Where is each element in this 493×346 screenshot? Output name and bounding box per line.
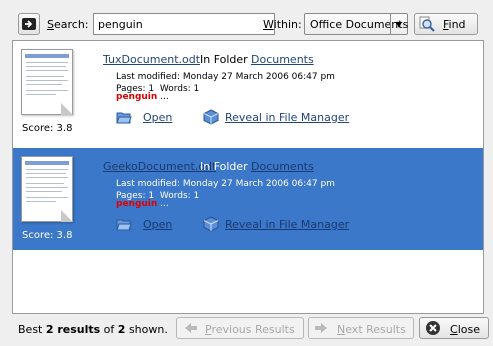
- close-label: Close: [450, 323, 480, 336]
- open-folder-icon: [116, 219, 132, 231]
- reveal-link[interactable]: Reveal in File Manager: [225, 111, 349, 124]
- snippet-rest: ...: [157, 199, 169, 209]
- within-label-mnemonic: W: [263, 18, 274, 31]
- reveal-link[interactable]: Reveal in File Manager: [225, 218, 349, 231]
- result-folder-link[interactable]: Documents: [251, 160, 314, 173]
- result-score: Score: 3.8: [22, 230, 73, 241]
- result-filename-link[interactable]: TuxDocument.odt: [103, 53, 200, 66]
- previous-results-rest: revious Results: [211, 323, 295, 336]
- previous-results-label: Previous Results: [205, 323, 295, 336]
- next-results-button[interactable]: Next Results: [308, 317, 414, 339]
- status-prefix: Best: [18, 323, 46, 336]
- last-modified-text: Last modified: Monday 27 March 2006 06:4…: [116, 179, 335, 189]
- find-label-rest: ind: [448, 18, 466, 31]
- status-suffix: shown.: [125, 323, 168, 336]
- document-thumbnail: [21, 156, 73, 222]
- file-manager-icon: [203, 109, 219, 125]
- search-label: Search:: [47, 18, 89, 31]
- magnifier-icon: [419, 16, 435, 32]
- results-list[interactable]: Score: 3.8 TuxDocument.odt In Folder Doc…: [12, 40, 484, 314]
- snippet-match: penguin: [116, 92, 158, 102]
- search-toolbar: Search: Within: Office Documents ▼ Find: [18, 12, 488, 38]
- open-link[interactable]: Open: [143, 111, 172, 124]
- search-label-mnemonic: S: [47, 18, 54, 31]
- close-icon: [426, 321, 440, 335]
- last-modified-text: Last modified: Monday 27 March 2006 06:4…: [116, 72, 335, 82]
- in-folder-label: In Folder: [200, 160, 248, 173]
- result-snippet: penguin ...: [116, 199, 169, 209]
- close-label-rest: lose: [457, 323, 480, 336]
- chevron-down-icon: ▼: [390, 14, 407, 34]
- results-status: Best 2 results of 2 shown.: [18, 323, 168, 336]
- search-label-rest: earch:: [53, 18, 89, 31]
- search-input[interactable]: [93, 13, 275, 35]
- within-label: Within:: [263, 18, 302, 31]
- arrow-right-icon: [315, 323, 327, 333]
- snippet-rest: ...: [157, 92, 169, 102]
- result-item[interactable]: Score: 3.8 TuxDocument.odt In Folder Doc…: [13, 41, 483, 143]
- result-snippet: penguin ...: [116, 92, 169, 102]
- toggle-button[interactable]: [18, 13, 40, 35]
- within-label-rest: ithin:: [273, 18, 302, 31]
- within-select[interactable]: Office Documents ▼: [304, 13, 408, 35]
- result-score: Score: 3.8: [22, 123, 73, 134]
- find-label: Find: [443, 18, 466, 31]
- result-folder-link[interactable]: Documents: [251, 53, 314, 66]
- open-link[interactable]: Open: [143, 218, 172, 231]
- run-arrow-icon: [22, 18, 36, 30]
- next-results-rest: ext Results: [345, 323, 406, 336]
- next-results-label: Next Results: [337, 323, 406, 336]
- arrow-left-icon: [185, 323, 197, 333]
- result-item[interactable]: Score: 3.8 GeekoDocument.odt In Folder D…: [13, 148, 483, 250]
- in-folder-label: In Folder: [200, 53, 248, 66]
- status-count: 2 results: [45, 323, 101, 336]
- file-manager-icon: [203, 216, 219, 232]
- snippet-match: penguin: [116, 199, 158, 209]
- status-middle: of: [100, 323, 118, 336]
- find-button[interactable]: Find: [414, 13, 478, 35]
- open-folder-icon: [116, 112, 132, 124]
- document-thumbnail: [21, 49, 73, 115]
- previous-results-button[interactable]: Previous Results: [176, 317, 304, 339]
- close-button[interactable]: Close: [419, 317, 489, 339]
